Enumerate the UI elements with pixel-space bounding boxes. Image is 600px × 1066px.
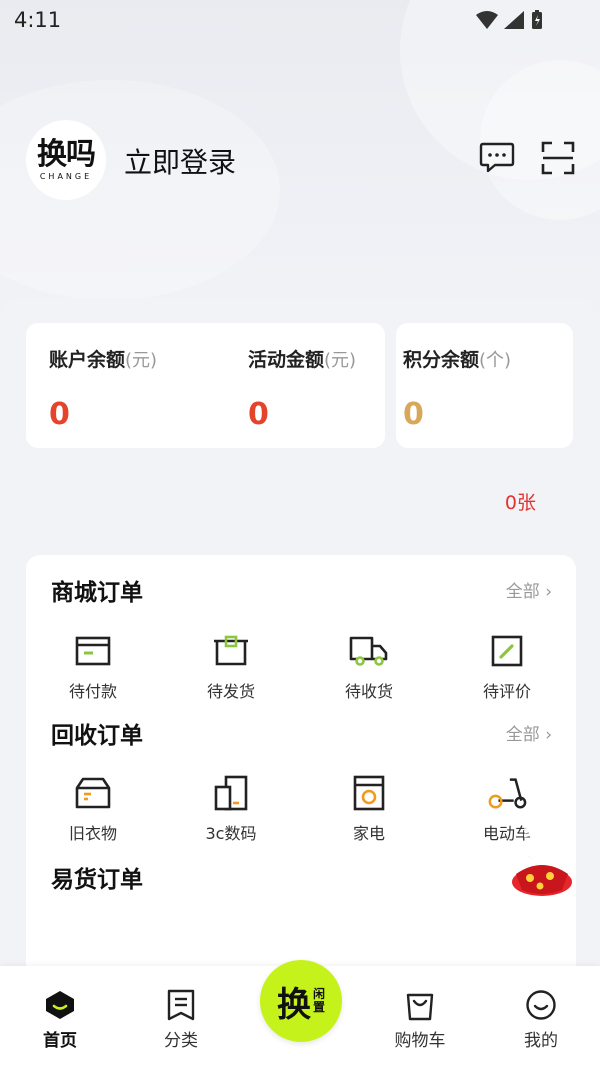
recycle-3c-digital[interactable]: 3c数码 bbox=[171, 773, 291, 844]
order-item-label: 待付款 bbox=[68, 682, 117, 701]
category-icon bbox=[164, 988, 198, 1022]
tab-label: 首页 bbox=[43, 1031, 77, 1051]
wallet-icon bbox=[73, 631, 113, 671]
wifi-icon bbox=[476, 11, 498, 29]
devices-icon bbox=[211, 773, 251, 813]
order-item-label: 待收货 bbox=[344, 682, 393, 701]
tab-profile[interactable]: 我的 bbox=[491, 966, 591, 1066]
order-pending-shipment[interactable]: 待发货 bbox=[171, 631, 291, 702]
order-pending-payment[interactable]: 待付款 bbox=[33, 631, 153, 702]
tab-cart[interactable]: 购物车 bbox=[370, 966, 470, 1066]
login-button[interactable]: 立即登录 bbox=[124, 141, 236, 181]
truck-icon bbox=[349, 631, 389, 671]
washing-machine-icon bbox=[349, 773, 389, 813]
signal-icon bbox=[504, 11, 524, 29]
order-item-label: 3c数码 bbox=[205, 824, 257, 843]
clothes-box-icon bbox=[73, 773, 113, 813]
order-pending-receipt[interactable]: 待收货 bbox=[309, 631, 429, 702]
mall-orders-all-link[interactable]: 全部 › bbox=[506, 577, 552, 602]
profile-icon bbox=[524, 988, 558, 1022]
recycle-orders-title: 回收订单 bbox=[51, 723, 143, 749]
logo-text: 换吗 bbox=[37, 136, 96, 172]
promo-line1: 红包 bbox=[524, 819, 560, 841]
account-balance-label: 账户余额(元) bbox=[49, 349, 158, 371]
tab-label: 购物车 bbox=[394, 1031, 446, 1051]
tab-label: 我的 bbox=[524, 1031, 558, 1051]
activity-amount-label: 活动金额(元) bbox=[248, 349, 357, 371]
status-bar: 4:11 bbox=[0, 0, 600, 40]
promo-line2: 大派送 bbox=[517, 842, 569, 863]
battery-icon bbox=[532, 10, 542, 29]
recycle-clothes[interactable]: 旧衣物 bbox=[33, 773, 153, 844]
home-icon bbox=[43, 988, 77, 1022]
mall-orders-title: 商城订单 bbox=[51, 580, 143, 606]
activity-amount-value[interactable]: 0 bbox=[248, 397, 269, 432]
status-icons bbox=[474, 9, 554, 35]
tab-category[interactable]: 分类 bbox=[131, 966, 231, 1066]
logo-subtext: CHANGE bbox=[39, 171, 93, 181]
points-balance-label: 积分余额(个) bbox=[403, 349, 512, 371]
avatar[interactable]: 换吗 CHANGE bbox=[26, 120, 106, 200]
center-button-main: 换 bbox=[276, 984, 311, 1025]
order-pending-review[interactable]: 待评价 bbox=[447, 631, 567, 702]
status-time: 4:11 bbox=[14, 8, 62, 32]
scooter-icon bbox=[487, 773, 527, 813]
balance-card: 账户余额(元) 0 活动金额(元) 0 bbox=[26, 323, 385, 448]
cart-icon bbox=[403, 988, 437, 1022]
points-balance-value[interactable]: 0 bbox=[403, 397, 424, 432]
package-icon bbox=[211, 631, 251, 671]
order-item-label: 待评价 bbox=[482, 682, 531, 701]
coupon-count[interactable]: 0张 bbox=[505, 488, 536, 515]
red-packet-icon: 红包 大派送 bbox=[512, 819, 572, 896]
scan-icon bbox=[541, 141, 575, 175]
message-button[interactable] bbox=[477, 138, 517, 178]
order-item-label: 家电 bbox=[352, 824, 385, 843]
barter-orders-title: 易货订单 bbox=[51, 867, 143, 893]
scan-button[interactable] bbox=[538, 138, 578, 178]
recycle-appliance[interactable]: 家电 bbox=[309, 773, 429, 844]
message-icon bbox=[479, 142, 515, 173]
account-balance-value[interactable]: 0 bbox=[49, 397, 70, 432]
order-item-label: 待发货 bbox=[206, 682, 255, 701]
tab-label: 分类 bbox=[164, 1031, 198, 1051]
edit-icon bbox=[487, 631, 527, 671]
recycle-orders-all-link[interactable]: 全部 › bbox=[506, 720, 552, 745]
order-item-label: 旧衣物 bbox=[68, 824, 117, 843]
center-button-sub2: 置 bbox=[312, 1000, 325, 1014]
red-packet-promo[interactable]: 红包 大派送 bbox=[506, 816, 578, 900]
center-exchange-button[interactable]: 换 闲 置 bbox=[260, 960, 342, 1042]
tab-home[interactable]: 首页 bbox=[10, 966, 110, 1066]
points-card: 积分余额(个) 0 bbox=[396, 323, 573, 448]
